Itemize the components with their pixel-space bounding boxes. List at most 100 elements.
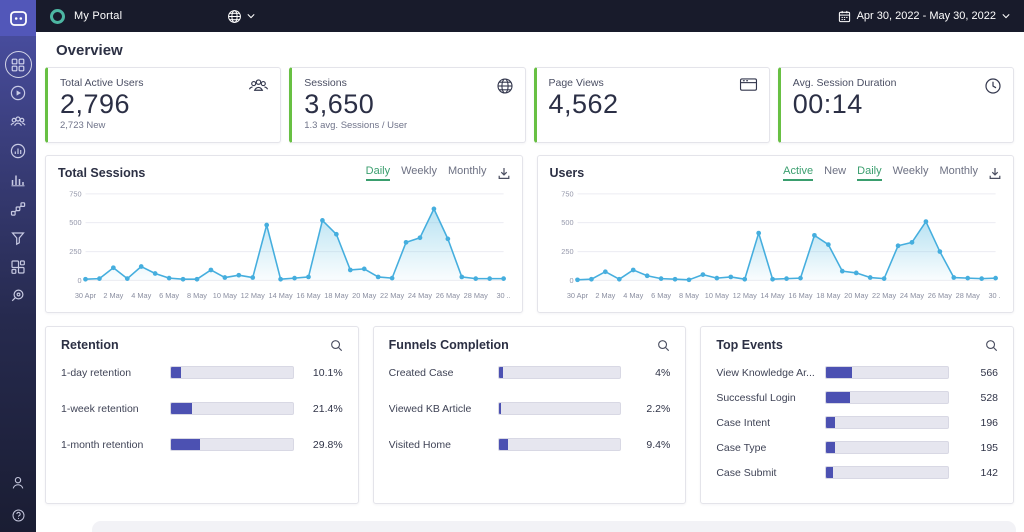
sidebar-item-explore search-settings-icon[interactable] (9, 287, 27, 305)
search-icon[interactable] (330, 339, 343, 352)
stat-bar-fill (171, 367, 181, 378)
sidebar-item-replays play-circle-icon[interactable] (9, 84, 27, 102)
sidebar-item-users users-icon[interactable] (9, 113, 27, 131)
stat-label: View Knowledge Ar... (716, 367, 816, 379)
panel-title: Top Events (716, 338, 782, 352)
avatar[interactable] (50, 9, 65, 24)
download-icon[interactable] (498, 167, 510, 180)
svg-text:250: 250 (561, 247, 573, 256)
logo-icon (10, 11, 27, 26)
stat-bar-track (170, 366, 294, 379)
tab-active[interactable]: Active (783, 165, 813, 181)
stat-bar-track (170, 438, 294, 451)
stat-bar-fill (826, 367, 852, 378)
svg-text:4 May: 4 May (131, 291, 151, 300)
stat-value: 195 (958, 442, 998, 454)
sidebar-item-builder widgets-icon[interactable] (9, 258, 27, 276)
stat-bar-track (825, 416, 949, 429)
page-title: Overview (56, 42, 1014, 59)
chart-title: Total Sessions (58, 166, 145, 180)
kpi-card-sessions: Sessions 3,650 1.3 avg. Sessions / User (289, 67, 525, 143)
svg-text:500: 500 (69, 218, 81, 227)
stat-label: Viewed KB Article (389, 403, 489, 415)
language-selector[interactable] (227, 9, 255, 24)
stat-bar-fill (499, 367, 503, 378)
kpi-title: Sessions (304, 77, 512, 89)
stat-label: Visited Home (389, 439, 489, 451)
portal-name[interactable]: My Portal (74, 10, 122, 22)
kpi-card-total-active-users: Total Active Users 2,796 2,723 New (45, 67, 281, 143)
stat-value: 21.4% (303, 403, 343, 415)
svg-text:18 May: 18 May (324, 291, 348, 300)
stat-bar-fill (499, 403, 501, 414)
stat-row: 1-week retention 21.4% (61, 402, 343, 415)
kpi-row: Total Active Users 2,796 2,723 New Sessi… (45, 67, 1014, 143)
stat-label: 1-week retention (61, 403, 161, 415)
chart-tabs: Active New Daily Weekly Monthly (783, 165, 1001, 181)
stat-bar-fill (826, 442, 835, 453)
stat-row: 1-day retention10.1% (61, 366, 343, 379)
stat-label: Case Type (716, 442, 816, 454)
date-range-picker[interactable]: Apr 30, 2022 - May 30, 2022 (838, 10, 1010, 23)
svg-text:12 May: 12 May (241, 291, 265, 300)
sidebar-item-analytics analytics-circle-icon[interactable] (9, 142, 27, 160)
download-icon[interactable] (989, 167, 1001, 180)
sidebar-bottom (0, 474, 36, 524)
bottom-section-edge (92, 521, 1016, 532)
search-icon[interactable] (985, 339, 998, 352)
stat-bar-track (498, 366, 622, 379)
tab-weekly[interactable]: Weekly (893, 165, 929, 181)
tab-monthly[interactable]: Monthly (448, 165, 487, 181)
svg-text:20 May: 20 May (352, 291, 376, 300)
tab-daily[interactable]: Daily (366, 165, 390, 181)
chart-tabs: Daily Weekly Monthly (366, 165, 510, 181)
tab-new[interactable]: New (824, 165, 846, 181)
kpi-value: 4,562 (549, 90, 757, 120)
stat-row: Case Type 195 (716, 441, 998, 454)
funnels-completion-panel: Funnels Completion Created Case4%Viewed … (373, 326, 687, 504)
stat-row: Case Intent196 (716, 416, 998, 429)
date-range-label: Apr 30, 2022 - May 30, 2022 (857, 10, 996, 22)
svg-text:26 May: 26 May (927, 291, 951, 300)
stat-row: Visited Home 9.4% (389, 438, 671, 451)
stat-bar-track (498, 402, 622, 415)
top-events-panel: Top Events View Knowledge Ar...566Succes… (700, 326, 1014, 504)
panel-title: Retention (61, 338, 119, 352)
stat-value: 142 (958, 467, 998, 479)
kpi-subtext: 2,723 New (60, 120, 268, 131)
svg-text:30 ..: 30 .. (988, 291, 1001, 300)
kpi-value: 00:14 (793, 90, 1001, 120)
svg-text:0: 0 (569, 276, 573, 285)
kpi-value: 3,650 (304, 90, 512, 120)
sidebar-item-dashboard grid-icon[interactable] (5, 51, 32, 78)
stat-value: 4% (630, 367, 670, 379)
stat-row: Viewed KB Article 2.2% (389, 402, 671, 415)
calendar-icon (838, 10, 851, 23)
browser-icon (739, 77, 758, 92)
stat-value: 9.4% (630, 439, 670, 451)
sidebar-nav (0, 0, 36, 532)
stat-value: 2.2% (630, 403, 670, 415)
stat-bar-track (170, 402, 294, 415)
help-icon[interactable] (9, 506, 27, 524)
tab-weekly[interactable]: Weekly (401, 165, 437, 181)
tab-daily[interactable]: Daily (857, 165, 881, 181)
kpi-title: Avg. Session Duration (793, 77, 1001, 89)
svg-text:12 May: 12 May (732, 291, 756, 300)
stat-value: 566 (958, 367, 998, 379)
stat-value: 10.1% (303, 367, 343, 379)
app-logo[interactable] (0, 0, 36, 36)
search-icon[interactable] (657, 339, 670, 352)
stat-value: 29.8% (303, 439, 343, 451)
stat-bar-fill (171, 403, 192, 414)
sidebar-item-journeys flow-nodes-icon[interactable] (9, 200, 27, 218)
kpi-value: 2,796 (60, 90, 268, 120)
top-bar: My Portal Apr 30, 2022 - May 30, 2022 (36, 0, 1024, 32)
sidebar-item-reports bar-chart-icon[interactable] (9, 171, 27, 189)
stat-value: 528 (958, 392, 998, 404)
kpi-card-avg-session-duration: Avg. Session Duration 00:14 (778, 67, 1014, 143)
sidebar-item-funnels funnel-icon[interactable] (9, 229, 27, 247)
svg-text:28 May: 28 May (955, 291, 979, 300)
profile person-icon[interactable] (9, 474, 27, 492)
tab-monthly[interactable]: Monthly (939, 165, 978, 181)
